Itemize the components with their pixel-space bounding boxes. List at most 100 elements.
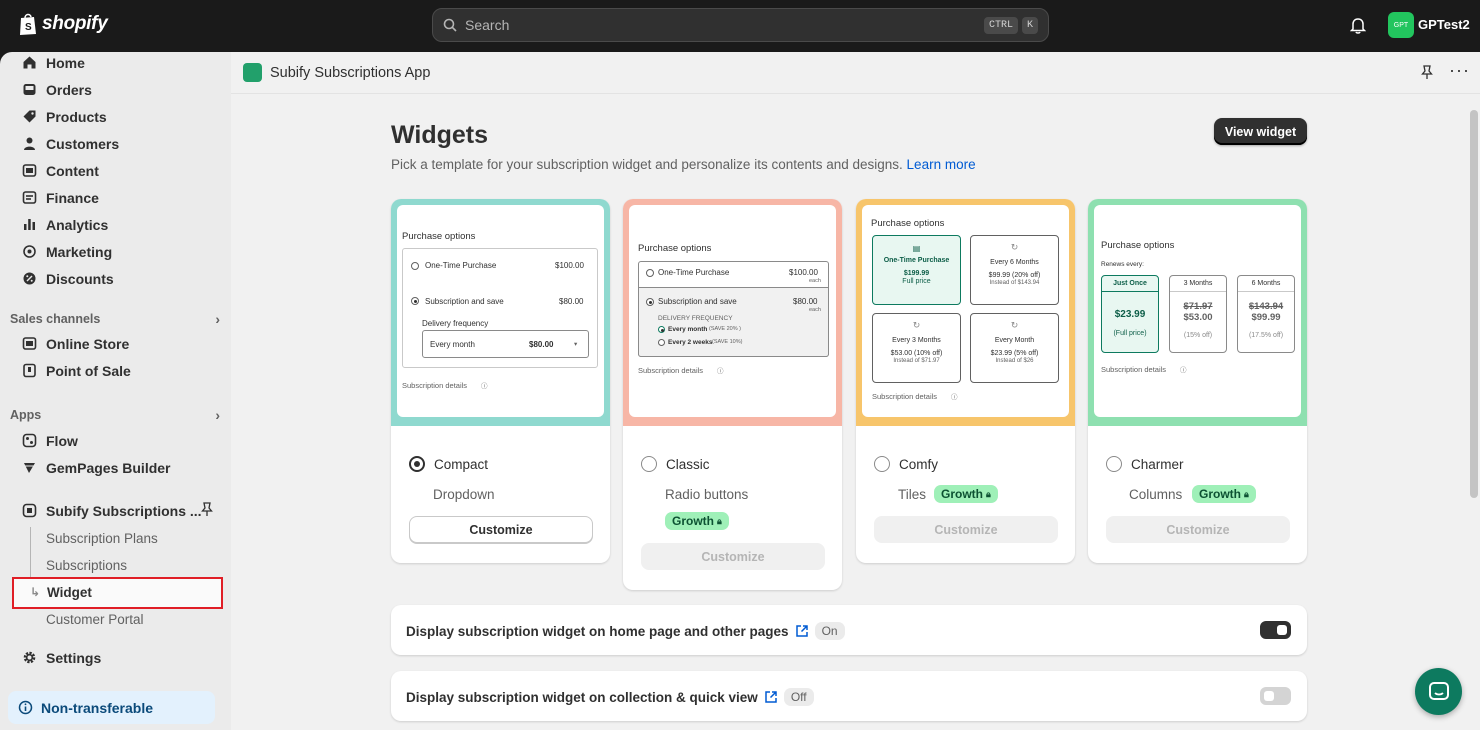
preview-text: Subscription details (872, 392, 938, 401)
view-widget-button[interactable]: View widget (1214, 118, 1307, 145)
sidebar-item-discounts[interactable]: Discounts (0, 265, 231, 292)
preview-radio (658, 326, 665, 333)
chevron-down-icon: ▾ (574, 341, 578, 348)
sidebar-item-subify[interactable]: Subify Subscriptions ... (0, 497, 231, 524)
search-placeholder: Search (465, 17, 510, 33)
preview-tile: ↻ Every Month $23.99 (5% off) Instead of… (970, 313, 1059, 383)
template-radio[interactable] (874, 456, 890, 472)
template-radio[interactable] (641, 456, 657, 472)
customize-button-compact[interactable]: Customize (409, 516, 593, 543)
growth-badge: Growth 🔒︎ (665, 512, 729, 530)
sidebar-item-label: Discounts (46, 270, 114, 287)
logo-text: shopify (42, 13, 108, 34)
info-icon: ⓘ (951, 394, 958, 401)
kbd-k: K (1021, 16, 1038, 34)
template-card-charmer[interactable]: Purchase options Renews every: Just Once… (1088, 199, 1307, 563)
sidebar-item-finance[interactable]: Finance (0, 184, 231, 211)
growth-badge: Growth 🔒︎ (934, 485, 998, 503)
apps-header[interactable]: Apps › (10, 407, 220, 423)
pin-icon[interactable] (1421, 65, 1433, 80)
sidebar-item-settings[interactable]: Settings (0, 644, 231, 671)
template-radio-row[interactable]: Classic (641, 456, 710, 472)
sidebar-item-online-store[interactable]: Online Store (0, 330, 231, 357)
avatar[interactable]: GPT (1388, 12, 1414, 38)
customize-button-charmer[interactable]: Customize (1106, 516, 1290, 543)
shopify-logo[interactable]: S shopify (18, 12, 108, 36)
sidebar-item-marketing[interactable]: Marketing (0, 238, 231, 265)
sales-channels-label: Sales channels (10, 312, 101, 326)
chat-icon (1428, 681, 1449, 700)
toggle-label-row: Display subscription widget on home page… (406, 622, 845, 640)
scrollbar-thumb[interactable] (1470, 110, 1478, 498)
sidebar-subitem-widget[interactable]: ↳ Widget (12, 577, 223, 609)
lock-icon: 🔒︎ (717, 515, 722, 526)
template-card-classic[interactable]: Purchase options One-Time Purchase $100.… (623, 199, 842, 590)
customize-button-comfy[interactable]: Customize (874, 516, 1058, 543)
person-icon (22, 136, 37, 151)
sidebar-item-gempages[interactable]: GemPages Builder (0, 454, 231, 481)
preview-text: $23.99 (5% off) (990, 350, 1039, 357)
sidebar-subitem-customer-portal[interactable]: Customer Portal (46, 612, 144, 627)
preview-radio (646, 298, 654, 306)
sales-channels-header[interactable]: Sales channels › (10, 311, 220, 327)
template-radio-row[interactable]: Compact (409, 456, 488, 472)
sidebar-item-label: GemPages Builder (46, 459, 171, 476)
sidebar-item-label: Content (46, 162, 99, 179)
template-name: Classic (666, 456, 710, 472)
store-name[interactable]: GPTest2 (1418, 17, 1470, 32)
external-link-icon[interactable] (764, 690, 778, 704)
inbox-icon (22, 82, 37, 97)
store-icon (22, 336, 37, 351)
home-icon (22, 55, 37, 70)
toggle-switch-collection[interactable] (1260, 687, 1291, 705)
chat-button[interactable] (1415, 668, 1462, 715)
bell-icon[interactable] (1350, 17, 1366, 34)
gear-icon (22, 650, 37, 665)
sidebar-subitem-subscription-plans[interactable]: Subscription Plans (46, 531, 158, 546)
customize-button-classic[interactable]: Customize (641, 543, 825, 570)
sidebar-item-label: Point of Sale (46, 362, 131, 379)
sidebar-item-products[interactable]: Products (0, 103, 231, 130)
non-transferable-banner[interactable]: Non-transferable (8, 691, 215, 724)
sidebar-item-content[interactable]: Content (0, 157, 231, 184)
toggle-switch-home-page[interactable] (1260, 621, 1291, 639)
growth-badge-label: Growth (1199, 487, 1241, 501)
preview-widget: Purchase options ▤ One-Time Purchase $19… (862, 205, 1069, 417)
sidebar-item-label: Subify Subscriptions ... (46, 502, 202, 519)
external-link-icon[interactable] (795, 624, 809, 638)
sidebar-item-home[interactable]: Home (0, 49, 231, 76)
template-card-comfy[interactable]: Purchase options ▤ One-Time Purchase $19… (856, 199, 1075, 563)
template-radio-row[interactable]: Charmer (1106, 456, 1184, 472)
preview-text: $53.00 (1183, 312, 1213, 323)
preview-text: Every month (430, 340, 475, 349)
template-radio-row[interactable]: Comfy (874, 456, 938, 472)
template-radio[interactable] (409, 456, 425, 472)
sidebar-item-orders[interactable]: Orders (0, 76, 231, 103)
template-radio[interactable] (1106, 456, 1122, 472)
template-card-compact[interactable]: Purchase options One-Time Purchase $100.… (391, 199, 610, 563)
preview-text: each (809, 307, 821, 313)
pin-icon[interactable] (201, 502, 213, 520)
subify-icon (22, 503, 37, 518)
preview-title: Purchase options (402, 231, 476, 242)
more-icon[interactable]: ··· (1449, 61, 1470, 79)
sidebar-item-pos[interactable]: Point of Sale (0, 357, 231, 384)
sidebar-subitem-subscriptions[interactable]: Subscriptions (46, 558, 127, 573)
search-input[interactable]: Search CTRL K (432, 8, 1049, 42)
preview-tile: ↻ Every 3 Months $53.00 (10% off) Instea… (872, 313, 961, 383)
sidebar-item-analytics[interactable]: Analytics (0, 211, 231, 238)
main-content: Subify Subscriptions App ··· Widgets Pic… (231, 52, 1480, 730)
gempages-icon (22, 460, 37, 475)
sidebar-item-flow[interactable]: Flow (0, 427, 231, 454)
sidebar-item-customers[interactable]: Customers (0, 130, 231, 157)
page-title: Widgets (391, 121, 488, 149)
pos-icon (22, 363, 37, 378)
sidebar-item-label: Analytics (46, 216, 109, 233)
growth-badge-label: Growth (672, 514, 714, 528)
preview-text: Every 3 Months (892, 337, 941, 344)
learn-more-link[interactable]: Learn more (907, 157, 976, 172)
preview-tile: ↻ Every 6 Months $99.99 (20% off) Instea… (970, 235, 1059, 305)
bar-chart-icon (22, 217, 37, 232)
preview-text: DELIVERY FREQUENCY (658, 315, 733, 322)
toggle-label-row: Display subscription widget on collectio… (406, 688, 814, 706)
